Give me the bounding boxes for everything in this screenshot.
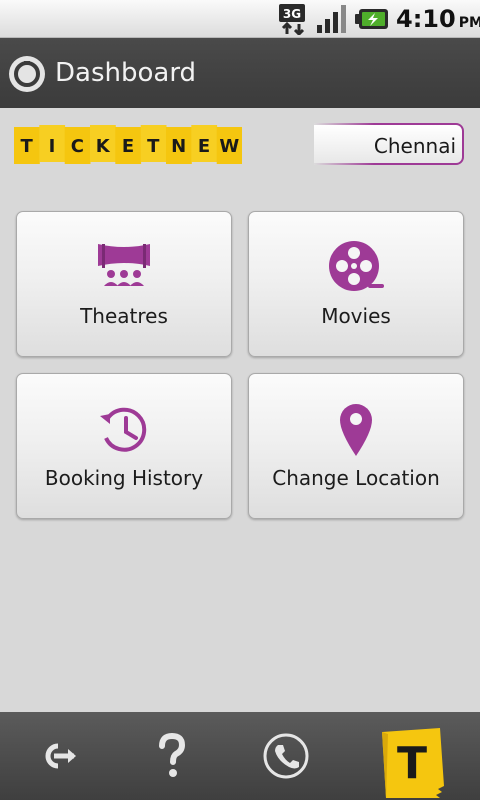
logo-letter: I <box>49 136 56 157</box>
movies-button[interactable]: Movies <box>248 211 464 357</box>
network-3g-icon: 3G <box>279 4 305 35</box>
logo-letter: W <box>219 136 239 157</box>
change-location-button[interactable]: Change Location <box>248 373 464 519</box>
logo-letter-tile: K <box>90 125 116 162</box>
battery-charging-icon <box>355 9 388 29</box>
logo-letter-tile: T <box>14 127 40 164</box>
time-value: 4:10 <box>396 5 456 33</box>
status-time: 4:10 PM <box>396 6 480 36</box>
logo-letter-tile: C <box>64 127 91 164</box>
history-icon <box>100 407 147 452</box>
time-ampm: PM <box>458 15 480 31</box>
theatres-button[interactable]: Theatres <box>16 211 232 357</box>
logo-letter: N <box>171 136 186 157</box>
logo-letter: K <box>96 136 111 157</box>
ticketnew-letter: T <box>397 738 427 789</box>
phone-icon[interactable] <box>262 732 310 780</box>
logo-letter-tile: E <box>115 127 142 164</box>
change-location-label: Change Location <box>272 466 440 490</box>
logo-letter-tile: W <box>216 127 242 164</box>
page-title: Dashboard <box>55 58 197 88</box>
city-name: Chennai <box>373 134 456 158</box>
booking-history-button[interactable]: Booking History <box>16 373 232 519</box>
logo-letter-tile: E <box>191 125 218 162</box>
help-icon[interactable] <box>148 732 196 780</box>
ticketnew-logo: TICKETNEW <box>14 125 242 164</box>
logo-letter-tile: I <box>39 125 66 162</box>
logo-letter: T <box>21 136 34 157</box>
logo-letter-tile: N <box>166 127 192 164</box>
logo-letter: E <box>122 136 134 157</box>
movies-label: Movies <box>321 304 391 328</box>
signal-strength-icon <box>317 5 346 33</box>
logo-letter: T <box>147 136 160 157</box>
exit-icon[interactable] <box>34 732 82 780</box>
ticketnew-icon[interactable]: T <box>378 726 448 800</box>
svg-text:3G: 3G <box>283 7 301 21</box>
status-bar: 3G 4:10 PM <box>0 0 480 38</box>
app-logo-icon <box>9 56 45 92</box>
logo-letter: C <box>71 136 84 157</box>
bottom-bar: T <box>0 712 480 800</box>
title-bar: Dashboard <box>0 38 480 108</box>
logo-letter-tile: T <box>140 125 167 162</box>
logo-letter: E <box>198 136 210 157</box>
map-pin-icon <box>340 404 372 456</box>
city-selector[interactable]: Chennai <box>314 123 464 165</box>
theatres-label: Theatres <box>80 304 168 328</box>
booking-history-label: Booking History <box>44 466 204 490</box>
theatre-icon <box>98 244 150 286</box>
film-reel-icon <box>329 241 384 291</box>
